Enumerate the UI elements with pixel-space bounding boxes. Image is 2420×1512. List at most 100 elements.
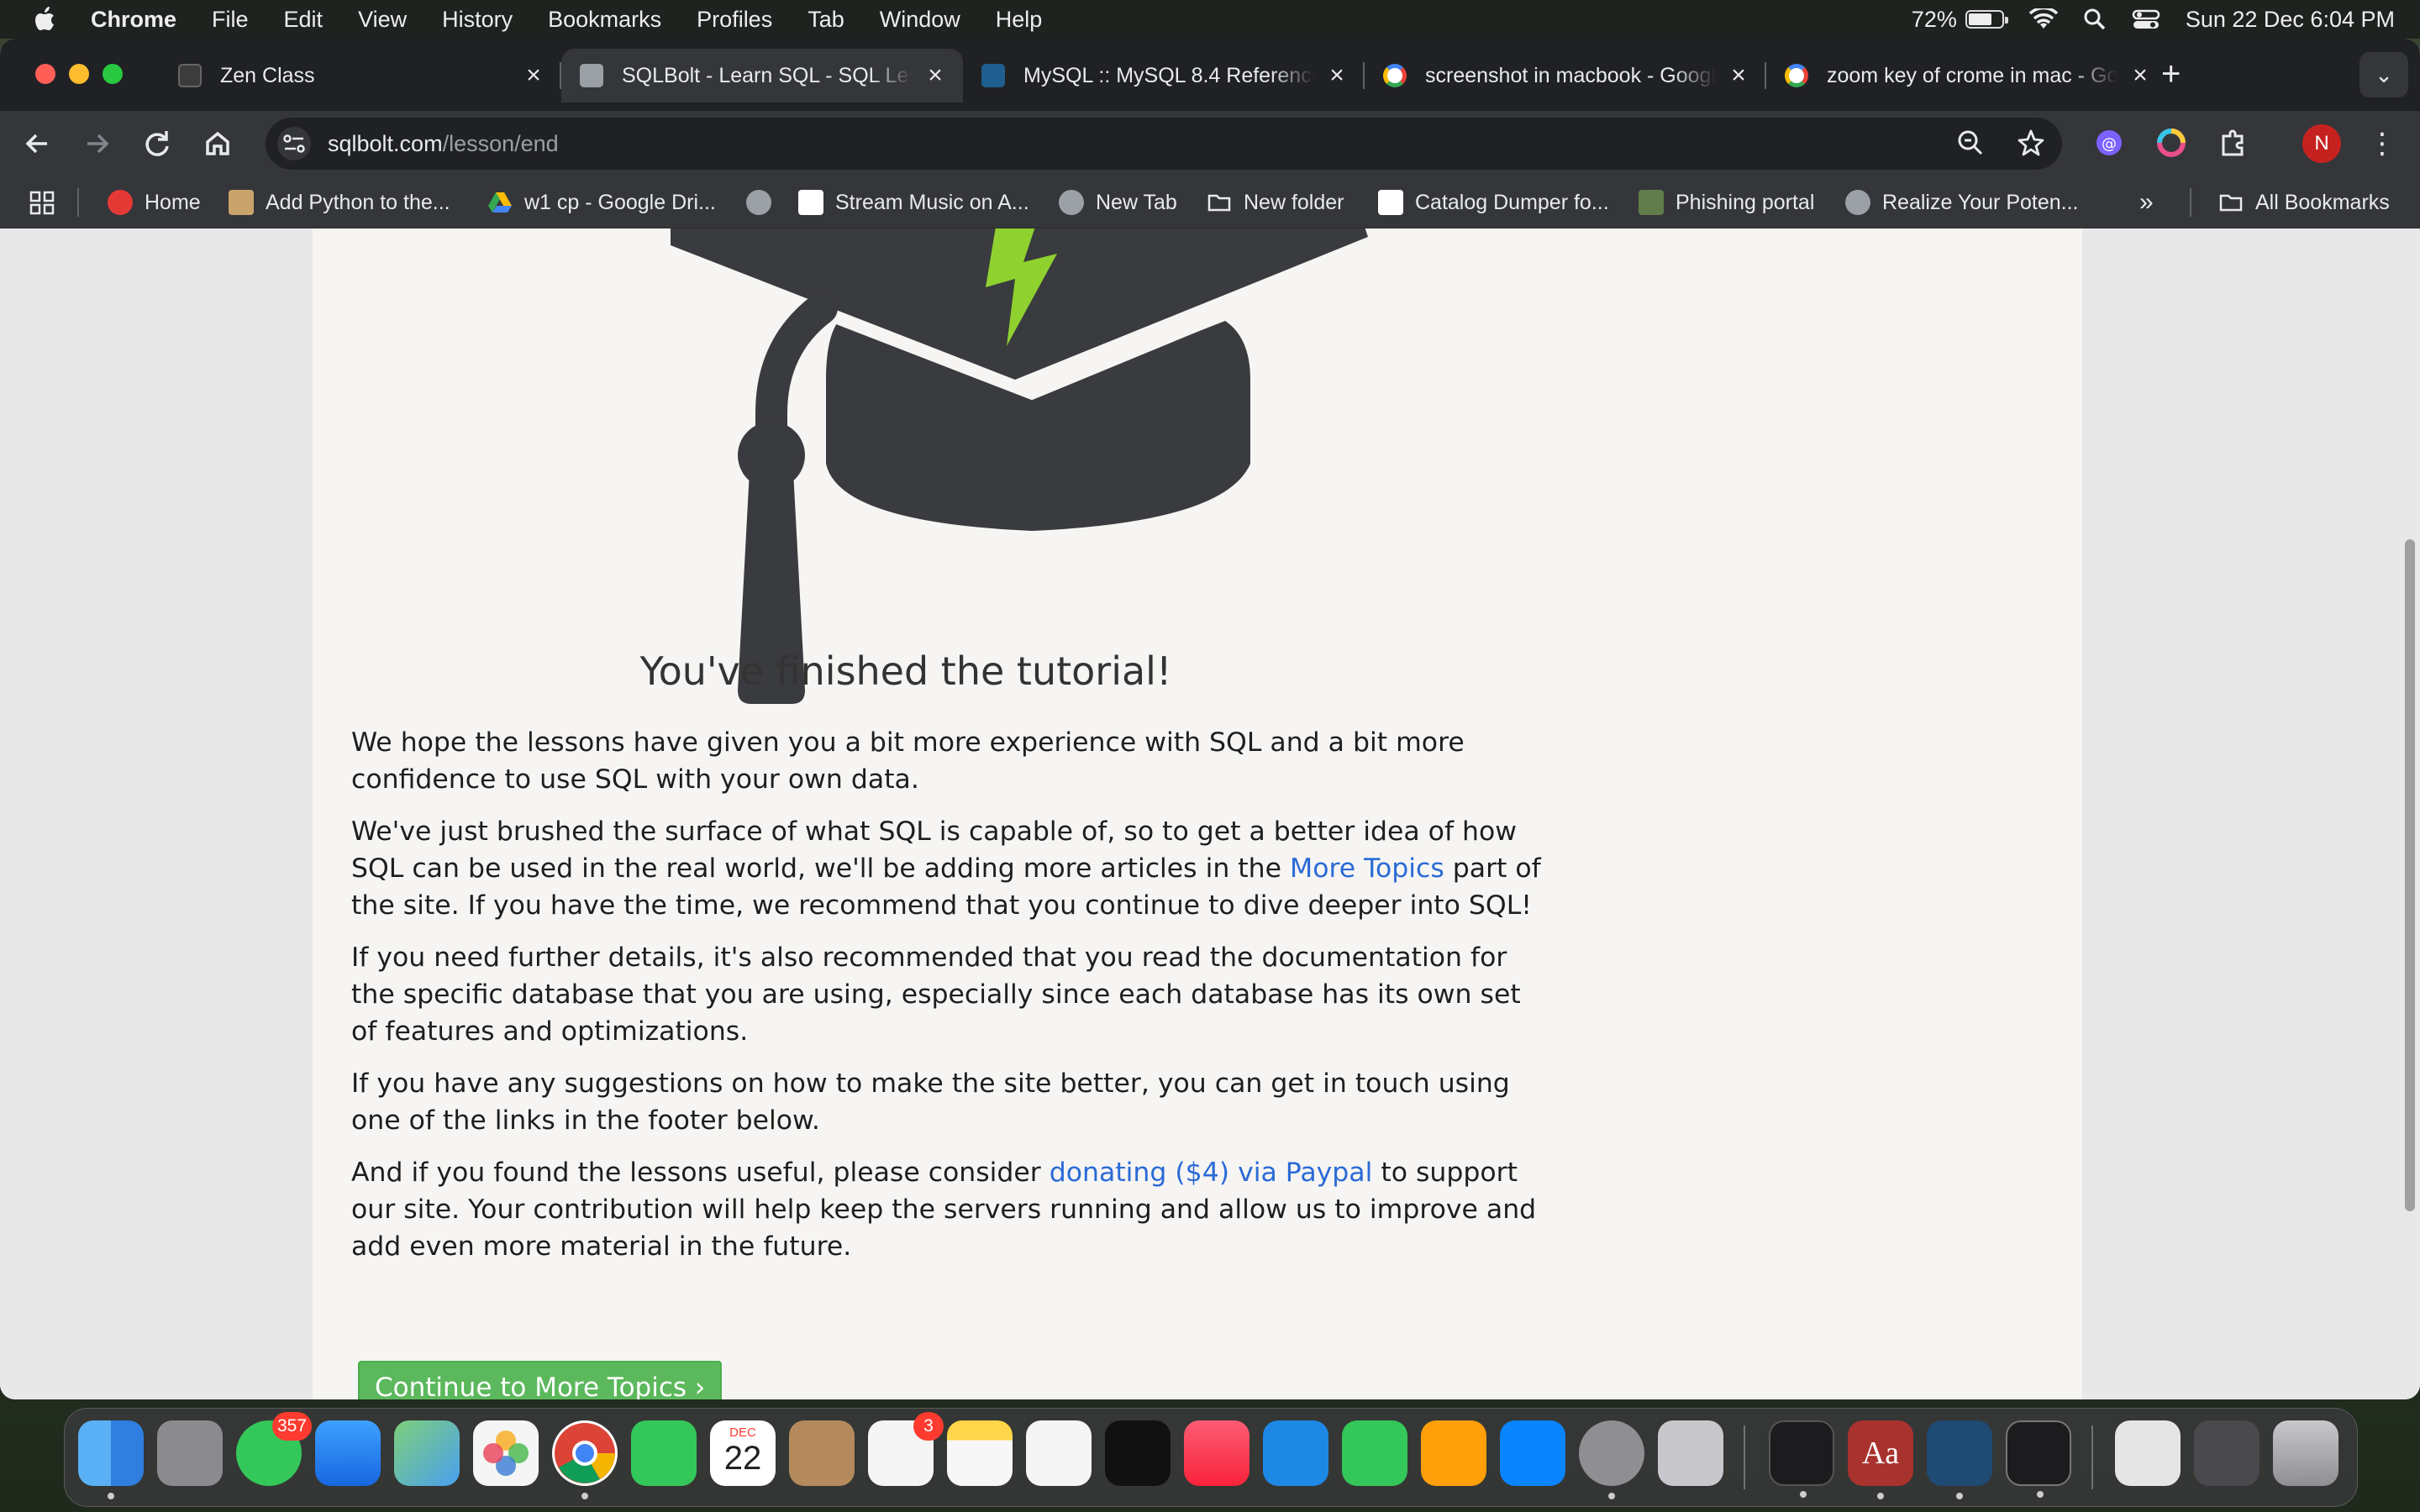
- pages-icon[interactable]: [1421, 1420, 1486, 1486]
- bookmark-google-drive[interactable]: w1 cp - Google Dri...: [487, 185, 716, 220]
- bookmark-stream-music[interactable]: Stream Music on A...: [798, 185, 1029, 220]
- tabs: Zen Class × SQLBolt - Learn SQL - SQL Le…: [160, 49, 2168, 102]
- menu-window[interactable]: Window: [880, 7, 960, 33]
- tab-mysql[interactable]: MySQL :: MySQL 8.4 Reference ×: [963, 49, 1365, 102]
- paypal-donate-link[interactable]: donating ($4) via Paypal: [1050, 1158, 1373, 1188]
- bookmark-star-icon[interactable]: [2015, 127, 2047, 159]
- apps-grid-icon[interactable]: [29, 185, 57, 220]
- bookmark-new-tab[interactable]: New Tab: [1059, 185, 1177, 220]
- music-icon[interactable]: [1184, 1420, 1249, 1486]
- menu-edit[interactable]: Edit: [284, 7, 324, 33]
- menu-help[interactable]: Help: [996, 7, 1043, 33]
- document-stack-icon[interactable]: [2115, 1420, 2181, 1486]
- iphone-mirroring-icon[interactable]: [1658, 1420, 1723, 1486]
- more-bookmarks-chevron-icon[interactable]: »: [2139, 185, 2154, 220]
- tab-search-button[interactable]: ⌄: [2360, 52, 2408, 97]
- bookmark-label: New Tab: [1096, 190, 1177, 214]
- url-text[interactable]: sqlbolt.com/lesson/end: [328, 131, 559, 157]
- menu-app-chrome[interactable]: Chrome: [91, 7, 176, 33]
- zen-class-icon: [178, 64, 202, 87]
- bookmark-globe[interactable]: [746, 185, 771, 220]
- messages-icon[interactable]: 357: [236, 1412, 312, 1486]
- chrome-icon[interactable]: [552, 1420, 618, 1499]
- keynote-icon[interactable]: [1263, 1420, 1328, 1486]
- page-scrollbar[interactable]: [2405, 539, 2415, 1211]
- launchpad-icon[interactable]: [157, 1420, 223, 1486]
- tab-zen-class[interactable]: Zen Class ×: [160, 49, 561, 102]
- mysql-workbench-icon[interactable]: [1927, 1420, 1992, 1499]
- finder-icon[interactable]: [78, 1420, 144, 1499]
- close-icon[interactable]: ×: [2128, 63, 2153, 88]
- menu-history[interactable]: History: [442, 7, 513, 33]
- spotlight-search-icon[interactable]: [2083, 8, 2107, 31]
- menubar-status-area: 72% Sun 22 Dec 6:04 PM: [1912, 0, 2420, 39]
- keyboard-viewer-icon[interactable]: [2194, 1420, 2260, 1486]
- home-icon[interactable]: [198, 124, 237, 163]
- facetime-icon[interactable]: [631, 1420, 697, 1486]
- menu-tab[interactable]: Tab: [808, 7, 844, 33]
- trash-icon[interactable]: [2273, 1420, 2338, 1486]
- control-center-icon[interactable]: [2132, 8, 2160, 30]
- mail-icon[interactable]: [315, 1420, 381, 1486]
- close-icon[interactable]: ×: [1324, 63, 1349, 88]
- tab-google-zoom[interactable]: zoom key of crome in mac - Google ×: [1766, 49, 2168, 102]
- notes-icon[interactable]: [947, 1420, 1013, 1486]
- messages-badge: 357: [271, 1412, 312, 1441]
- calendar-icon[interactable]: DEC 22: [710, 1420, 776, 1486]
- apple-menu-icon[interactable]: [34, 7, 55, 32]
- contacts-icon[interactable]: [789, 1420, 855, 1486]
- system-settings-icon[interactable]: [1579, 1420, 1644, 1499]
- bookmark-home[interactable]: Home: [108, 185, 201, 220]
- color-extension-icon[interactable]: [2153, 124, 2190, 161]
- apple-tv-icon[interactable]: [1105, 1420, 1171, 1486]
- dictionary-icon[interactable]: Aa: [1848, 1420, 1913, 1499]
- close-icon[interactable]: ×: [521, 63, 546, 88]
- all-bookmarks[interactable]: All Bookmarks: [2218, 185, 2390, 220]
- numbers-icon[interactable]: [1342, 1420, 1407, 1486]
- forward-arrow-icon[interactable]: [77, 124, 116, 163]
- menu-bookmarks[interactable]: Bookmarks: [548, 7, 661, 33]
- zoom-icon[interactable]: [1954, 127, 1986, 159]
- app-store-icon[interactable]: [1500, 1420, 1565, 1486]
- close-window-button[interactable]: [35, 64, 55, 84]
- freeform-icon[interactable]: [1026, 1420, 1092, 1486]
- puzzle-extensions-icon[interactable]: [2215, 124, 2252, 161]
- battery-status[interactable]: 72%: [1912, 7, 2008, 33]
- bookmark-realize-potential[interactable]: Realize Your Poten...: [1845, 185, 2079, 220]
- close-icon[interactable]: ×: [923, 63, 948, 88]
- more-topics-link[interactable]: More Topics: [1290, 853, 1444, 884]
- minimize-window-button[interactable]: [69, 64, 89, 84]
- bookmark-label: w1 cp - Google Dri...: [524, 190, 716, 214]
- continue-to-more-topics-button[interactable]: Continue to More Topics ›: [358, 1361, 723, 1399]
- tab-title: zoom key of crome in mac - Google: [1827, 63, 2118, 87]
- site-info-icon[interactable]: [277, 127, 311, 160]
- tab-google-screenshot[interactable]: screenshot in macbook - Google ×: [1365, 49, 1766, 102]
- tab-sqlbolt[interactable]: SQLBolt - Learn SQL - SQL Lesson ×: [561, 49, 963, 102]
- bookmark-phishing-portal[interactable]: Phishing portal: [1639, 185, 1814, 220]
- menu-file[interactable]: File: [212, 7, 249, 33]
- photos-icon[interactable]: [473, 1420, 539, 1486]
- menubar-clock[interactable]: Sun 22 Dec 6:04 PM: [2186, 7, 2395, 33]
- page-content: You've finished the tutorial! We hope th…: [313, 228, 2082, 1399]
- close-icon[interactable]: ×: [1726, 63, 1751, 88]
- bookmark-catalog-dumper[interactable]: Catalog Dumper fo...: [1378, 185, 1609, 220]
- reload-icon[interactable]: [138, 124, 176, 163]
- maps-icon[interactable]: [394, 1420, 460, 1486]
- reminders-icon[interactable]: 3: [868, 1412, 944, 1486]
- activity-monitor-icon[interactable]: [1769, 1420, 1834, 1498]
- url-host: sqlbolt.com: [328, 130, 443, 156]
- new-tab-button[interactable]: +: [2161, 57, 2181, 91]
- back-arrow-icon[interactable]: [18, 124, 57, 163]
- extension-icon[interactable]: @: [2091, 124, 2128, 161]
- menu-view[interactable]: View: [358, 7, 407, 33]
- fullscreen-window-button[interactable]: [103, 64, 123, 84]
- address-bar[interactable]: sqlbolt.com/lesson/end: [266, 118, 2062, 170]
- profile-avatar[interactable]: N: [2302, 124, 2341, 163]
- terminal-icon[interactable]: [2006, 1420, 2071, 1498]
- menu-profiles[interactable]: Profiles: [697, 7, 772, 33]
- chrome-menu-icon[interactable]: ⋮: [2368, 124, 2396, 163]
- bookmark-add-python[interactable]: Add Python to the...: [229, 185, 450, 220]
- wifi-icon[interactable]: [2028, 8, 2058, 30]
- bookmark-new-folder[interactable]: New folder: [1207, 185, 1344, 220]
- paragraph-2: We've just brushed the surface of what S…: [351, 813, 1544, 924]
